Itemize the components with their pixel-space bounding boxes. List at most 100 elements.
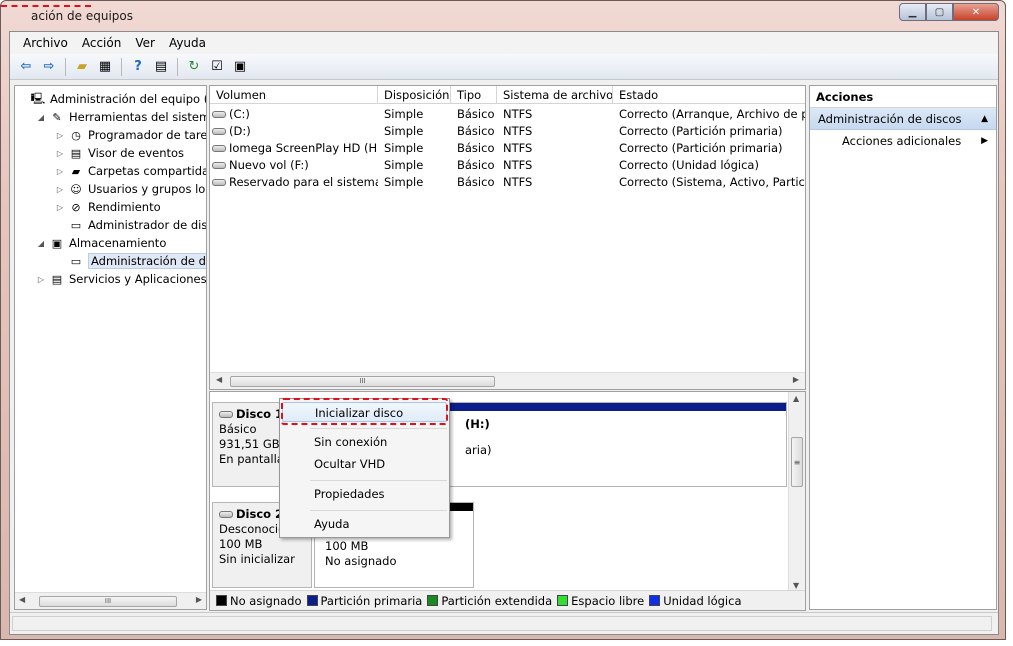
minimize-button[interactable]: ▁ [899, 3, 926, 21]
tree-item[interactable]: ▭ Administración de disco [55, 252, 206, 270]
menu-archivo[interactable]: Archivo [16, 34, 75, 52]
table-cell-text: Básico [457, 158, 495, 172]
table-cell-text: NTFS [503, 124, 533, 138]
table-row[interactable]: (C:) Simple Básico NTFS Correcto (Arranque, … [210, 106, 805, 123]
table-cell: Simple [378, 174, 451, 191]
scroll-left-icon[interactable]: ◀ [216, 375, 222, 384]
table-row[interactable]: Reservado para el sistema Simple Básico NTF… [210, 174, 805, 191]
app-window: ación de equipos ▁ ▢ ✕ Archivo Acción Ve… [0, 0, 1006, 640]
forward-arrow-icon[interactable]: ⇨ [39, 58, 59, 76]
table-row[interactable]: Nuevo vol (F:) Simple Básico NTFS Correcto (… [210, 157, 805, 174]
action-pane-icon[interactable]: ▤ [151, 58, 171, 76]
table-cell-text: Simple [384, 124, 424, 138]
tree-item-label: Rendimiento [88, 200, 161, 214]
tree-item[interactable]: 🖳 Administración del equipo (loc [17, 90, 206, 108]
minimize-icon: ▁ [908, 6, 917, 18]
collapse-up-icon[interactable]: ▲ [981, 108, 988, 130]
tree-expander-icon[interactable]: ◢ [36, 113, 46, 122]
table-cell: (C:) [210, 106, 378, 123]
actions-section-disk-management[interactable]: Administración de discos ▲ [810, 108, 996, 130]
show-tree-icon[interactable]: ▦ [95, 58, 115, 76]
up-folder-icon[interactable]: ▰ [72, 58, 92, 76]
tree-expander-icon[interactable]: ▷ [55, 167, 65, 176]
table-cell: Simple [378, 140, 451, 157]
back-arrow-icon[interactable]: ⇦ [16, 58, 36, 76]
table-cell: Nuevo vol (F:) [210, 157, 378, 174]
scroll-up-icon[interactable]: ▲ [793, 394, 799, 403]
scroll-left-icon[interactable]: ◀ [19, 595, 25, 604]
table-cell-text: Básico [457, 141, 495, 155]
tree-item[interactable]: ▭ Administrador de dispo [55, 216, 206, 234]
tree-item[interactable]: ◢ ▣ Almacenamiento [36, 234, 166, 252]
tree-expander-icon[interactable]: ▷ [55, 131, 65, 140]
column-sistema-archivos[interactable]: Sistema de archivos [497, 86, 613, 104]
column-tipo[interactable]: Tipo [451, 86, 497, 104]
menu-ver[interactable]: Ver [128, 34, 162, 52]
disk-vertical-scrollbar[interactable]: ▲ ≡ ▼ [788, 392, 805, 592]
table-cell-text: Básico [457, 124, 495, 138]
properties-icon[interactable]: ☑ [207, 58, 227, 76]
help-icon[interactable]: ? [128, 58, 148, 76]
maximize-button[interactable]: ▢ [926, 3, 953, 21]
tree-item[interactable]: ▷ ◷ Programador de tareas [55, 126, 206, 144]
volume-horizontal-scrollbar[interactable]: ◀ III ▶ [210, 372, 805, 389]
tree-item[interactable]: ▷ ▤ Servicios y Aplicaciones [36, 270, 206, 288]
table-cell: (D:) [210, 123, 378, 140]
tree-expander-icon[interactable]: ▷ [55, 203, 65, 212]
users-icon: ☺ [70, 182, 82, 196]
table-row[interactable]: (D:) Simple Básico NTFS Correcto (Partición … [210, 123, 805, 140]
window-controls: ▁ ▢ ✕ [899, 3, 999, 21]
table-cell-text: Correcto (Unidad lógica) [619, 158, 759, 172]
table-cell-text: Correcto (Partición primaria) [619, 124, 783, 138]
disk2-partition-status: No asignado [325, 554, 397, 568]
tree-item[interactable]: ▷ ▰ Carpetas compartidas [55, 162, 206, 180]
tree-expander-icon[interactable]: ◢ [36, 239, 46, 248]
tree-horizontal-scrollbar[interactable]: ◀ III ▶ [15, 592, 206, 609]
device-manager-icon: ▭ [70, 218, 82, 232]
scroll-thumb[interactable]: ≡ [791, 437, 803, 487]
actions-section-label: Administración de discos [818, 112, 962, 126]
column-estado[interactable]: Estado [613, 86, 805, 104]
table-row[interactable]: Iomega ScreenPlay HD (H:) Simple Básico NTF… [210, 140, 805, 157]
table-cell-text: Reservado para el sistema [229, 175, 378, 189]
refresh-icon[interactable]: ↻ [184, 58, 204, 76]
scroll-right-icon[interactable]: ▶ [196, 595, 202, 604]
column-volumen[interactable]: Volumen [210, 86, 378, 104]
column-disposicion[interactable]: Disposición [378, 86, 451, 104]
volume-list-header: Volumen Disposición Tipo Sistema de arch… [210, 86, 805, 104]
menu-item-sin-conexion[interactable]: Sin conexión [282, 432, 447, 452]
menu-item-propiedades[interactable]: Propiedades [282, 484, 447, 504]
table-cell: NTFS [497, 123, 613, 140]
legend-item: Unidad lógica [649, 594, 742, 608]
tree-expander-icon[interactable]: ▷ [55, 149, 65, 158]
scroll-down-icon[interactable]: ▼ [793, 581, 799, 590]
menu-item-ocultar-vhd[interactable]: Ocultar VHD [282, 454, 447, 474]
scroll-thumb[interactable]: III [230, 376, 495, 387]
legend-label: No asignado [230, 593, 302, 608]
toolbar-separator [177, 57, 178, 76]
volume-drive-icon [212, 128, 226, 135]
menu-ayuda[interactable]: Ayuda [162, 34, 213, 52]
close-button[interactable]: ✕ [953, 3, 999, 21]
disk2-status: Sin inicializar [219, 552, 295, 566]
title-bar[interactable]: ación de equipos ▁ ▢ ✕ [1, 1, 1005, 31]
menu-item-ayuda[interactable]: Ayuda [282, 514, 447, 534]
legend-swatch [649, 594, 661, 606]
more-actions-item[interactable]: Acciones adicionales ▶ [810, 130, 996, 152]
tree-item[interactable]: ▷ ⊘ Rendimiento [55, 198, 161, 216]
more-actions-label: Acciones adicionales [842, 134, 962, 148]
tree-item[interactable]: ▷ ▤ Visor de eventos [55, 144, 184, 162]
scroll-right-icon[interactable]: ▶ [793, 375, 799, 384]
tree-expander-icon[interactable]: ▷ [55, 185, 65, 194]
tree-item[interactable]: ▷ ☺ Usuarios y grupos locale [55, 180, 206, 198]
disk-unknown-icon [219, 511, 233, 518]
legend-label: Partición primaria [320, 593, 423, 608]
close-icon: ✕ [971, 6, 981, 18]
table-cell-text: Iomega ScreenPlay HD (H:) [229, 141, 378, 155]
tree-item[interactable]: ◢ ✎ Herramientas del sistema [36, 108, 206, 126]
tools-icon: ✎ [52, 110, 62, 124]
scroll-thumb[interactable]: III [39, 596, 177, 607]
tree-expander-icon[interactable]: ▷ [36, 275, 46, 284]
menu-accion[interactable]: Acción [75, 34, 128, 52]
settings-icon[interactable]: ▣ [230, 58, 250, 76]
